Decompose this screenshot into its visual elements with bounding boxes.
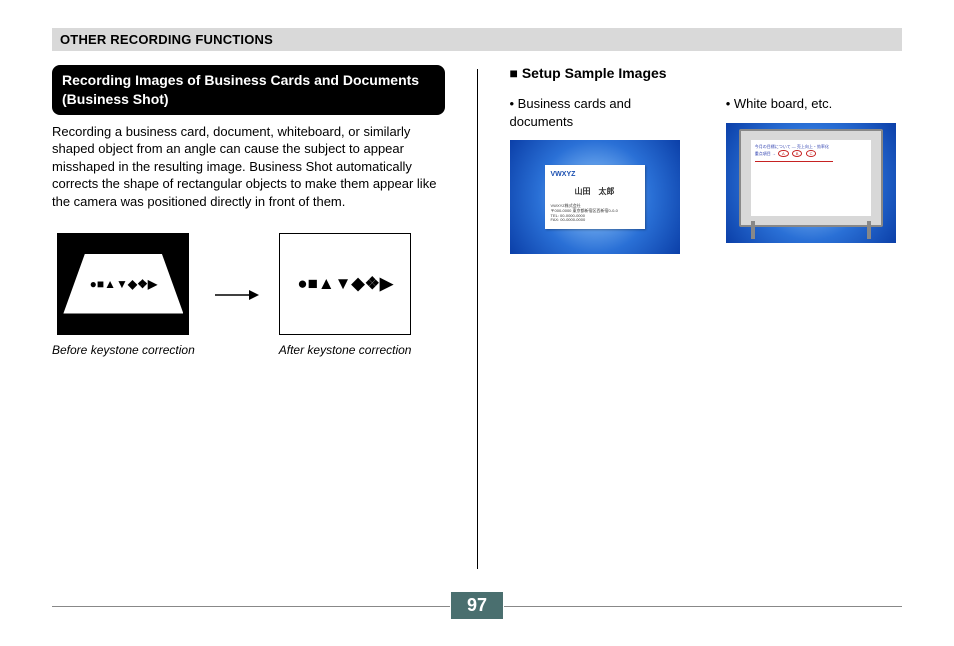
left-column: Recording Images of Business Cards and D… [52, 65, 453, 569]
whiteboard-annotation: C [806, 150, 817, 157]
after-inner: ●■▲▼◆❖▶ [290, 254, 400, 314]
sample-whiteboard-col: • White board, etc. 今月の目標について — 売上向上・効率化… [726, 95, 902, 254]
after-caption: After keystone correction [279, 343, 412, 359]
after-image: ●■▲▼◆❖▶ [279, 233, 411, 335]
arrow-icon [213, 288, 261, 302]
page-footer: 97 [0, 592, 954, 622]
before-caption: Before keystone correction [52, 343, 195, 359]
whiteboard-underline [755, 161, 833, 162]
whiteboard-frame: 今月の目標について — 売上向上・効率化 重点項目 → A B C [739, 129, 883, 227]
sample-bizcard-label: • Business cards and documents [510, 95, 686, 130]
business-card: VWXYZ 山田 太郎 VWXYZ株式会社 〒000-0000 東京都新宿区西新… [545, 165, 645, 229]
before-figure: ●■▲▼◆❖▶ Before keystone correction [52, 233, 195, 359]
page-number: 97 [451, 592, 503, 619]
section-header: OTHER RECORDING FUNCTIONS [52, 28, 902, 51]
shape-glyphs: ●■▲▼◆❖▶ [297, 274, 393, 294]
sample-whiteboard-image: 今月の目標について — 売上向上・効率化 重点項目 → A B C [726, 123, 896, 243]
samples-row: • Business cards and documents VWXYZ 山田 … [510, 95, 903, 254]
whiteboard-annotation: B [792, 150, 803, 157]
body-paragraph: Recording a business card, document, whi… [52, 123, 445, 211]
right-column: ■ Setup Sample Images • Business cards a… [502, 65, 903, 569]
bizcard-name: 山田 太郎 [551, 186, 639, 197]
shape-glyphs: ●■▲▼◆❖▶ [90, 277, 157, 291]
sample-bizcard-col: • Business cards and documents VWXYZ 山田 … [510, 95, 686, 254]
bizcard-logo: VWXYZ [551, 171, 639, 178]
right-heading: ■ Setup Sample Images [510, 65, 903, 81]
footer-rule-right [504, 606, 902, 607]
before-image: ●■▲▼◆❖▶ [57, 233, 189, 335]
content-columns: Recording Images of Business Cards and D… [52, 65, 902, 569]
keystone-figure-row: ●■▲▼◆❖▶ Before keystone correction ●■▲▼◆… [52, 233, 445, 359]
column-divider [477, 69, 478, 569]
whiteboard-annotation: A [778, 150, 789, 157]
bizcard-address: VWXYZ株式会社 〒000-0000 東京都新宿区西新宿0-0-0 TEL: … [551, 204, 639, 223]
section-title: Recording Images of Business Cards and D… [52, 65, 445, 115]
footer-rule-left [52, 606, 450, 607]
trapezoid-shape: ●■▲▼◆❖▶ [63, 254, 183, 314]
after-figure: ●■▲▼◆❖▶ After keystone correction [279, 233, 412, 359]
sample-bizcard-image: VWXYZ 山田 太郎 VWXYZ株式会社 〒000-0000 東京都新宿区西新… [510, 140, 680, 254]
sample-whiteboard-label: • White board, etc. [726, 95, 902, 113]
whiteboard-content: 今月の目標について — 売上向上・効率化 重点項目 → A B C [751, 140, 871, 216]
